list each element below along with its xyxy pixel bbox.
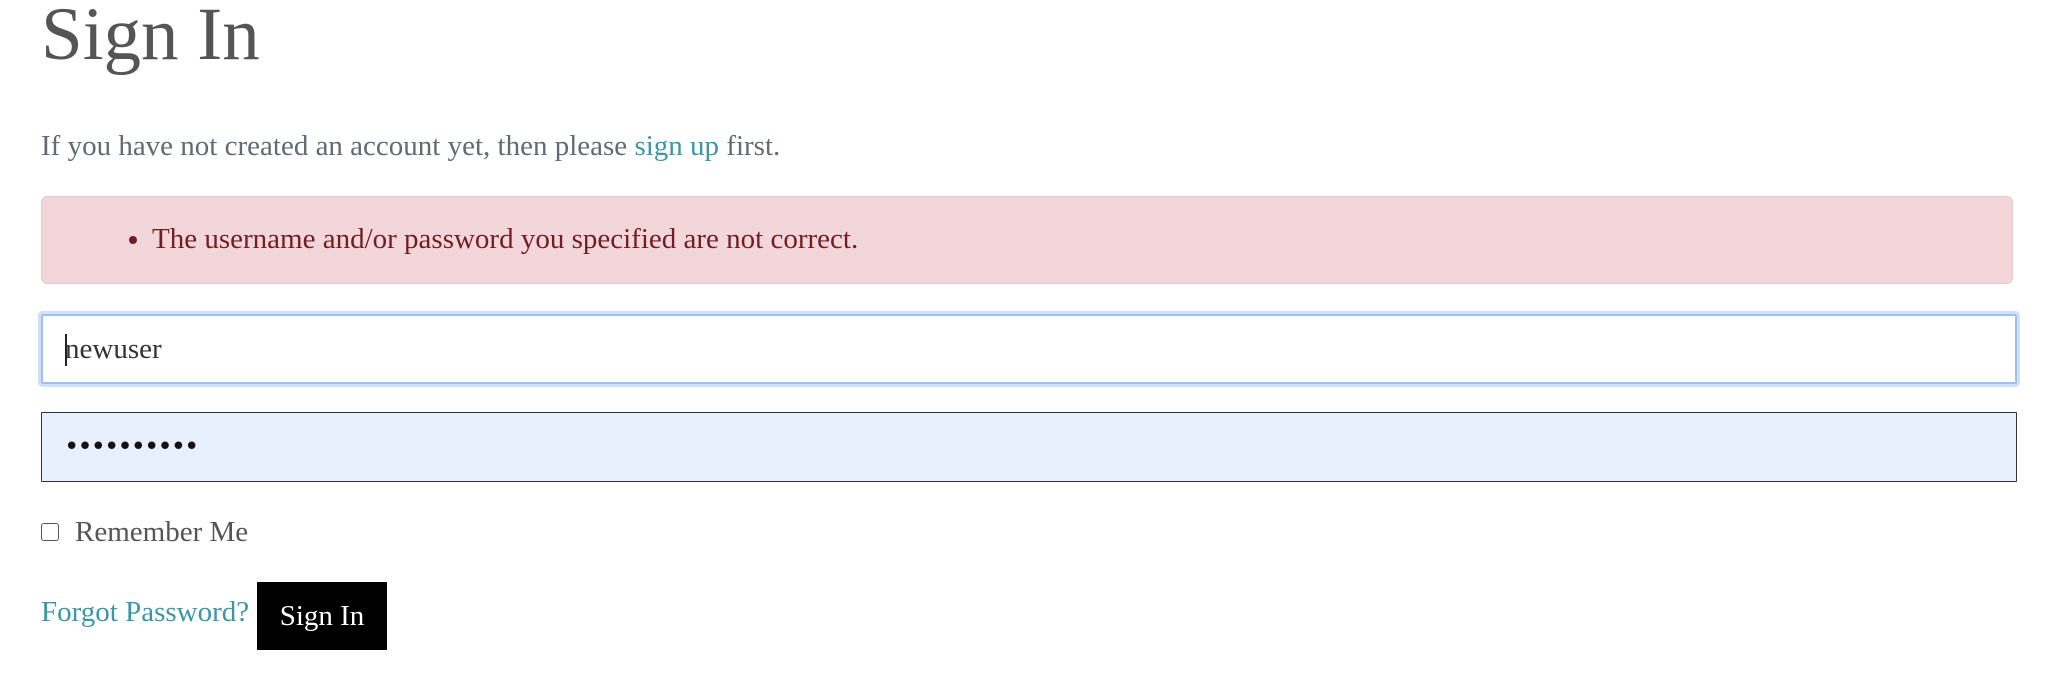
signup-prompt-suffix: first. bbox=[719, 130, 781, 162]
text-cursor bbox=[65, 334, 67, 366]
username-value: newuser bbox=[65, 332, 162, 365]
sign-up-link[interactable]: sign up bbox=[634, 130, 719, 162]
password-input[interactable]: •••••••••• bbox=[41, 412, 2017, 482]
username-input[interactable]: newuser bbox=[41, 314, 2017, 384]
remember-me-label[interactable]: Remember Me bbox=[75, 514, 248, 550]
page-title: Sign In bbox=[41, 0, 260, 76]
remember-me-checkbox[interactable] bbox=[41, 523, 59, 541]
password-value: •••••••••• bbox=[64, 432, 199, 462]
forgot-password-link[interactable]: Forgot Password? bbox=[41, 594, 249, 630]
error-message: The username and/or password you specifi… bbox=[152, 221, 858, 257]
sign-in-page: Sign In If you have not created an accou… bbox=[0, 0, 2056, 698]
error-alert: The username and/or password you specifi… bbox=[41, 196, 2013, 284]
remember-me-row: Remember Me bbox=[41, 512, 248, 552]
sign-in-button[interactable]: Sign In bbox=[257, 582, 387, 650]
signup-prompt: If you have not created an account yet, … bbox=[41, 128, 780, 164]
signup-prompt-text: If you have not created an account yet, … bbox=[41, 130, 635, 162]
